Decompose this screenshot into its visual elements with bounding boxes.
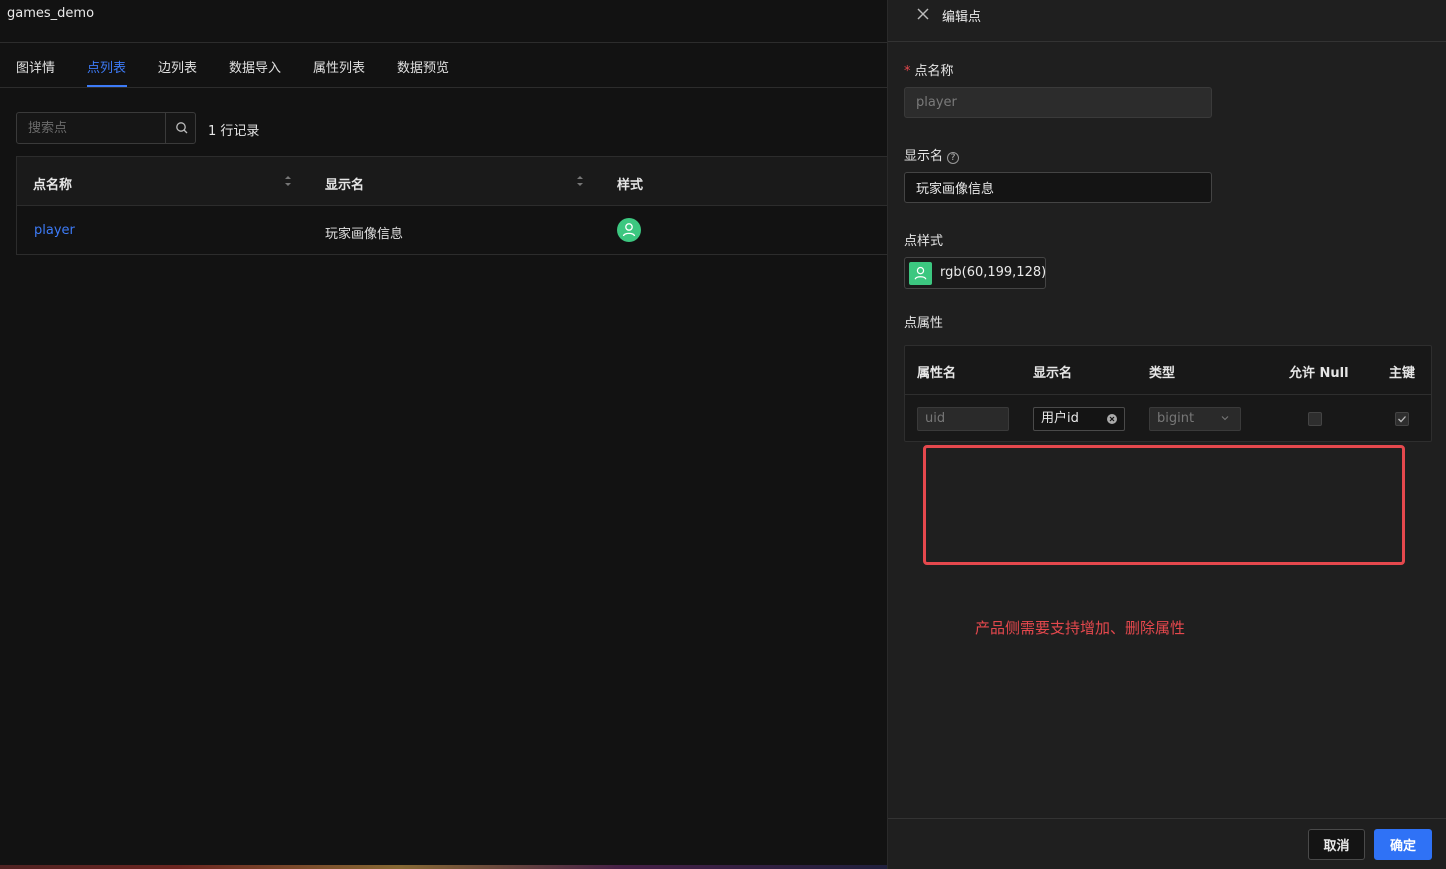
style-color-value: rgb(60,199,128) <box>940 265 1047 280</box>
sort-icon[interactable] <box>575 173 585 189</box>
vertex-table: 点名称 显示名 样式 player 玩家画像信息 <box>16 156 888 255</box>
search-icon <box>176 122 188 134</box>
taskbar-strip <box>0 865 887 869</box>
check-icon <box>1398 416 1406 423</box>
color-swatch <box>909 262 932 285</box>
help-icon[interactable]: ? <box>947 152 960 164</box>
annotation-note: 产品侧需要支持增加、删除属性 <box>975 619 1186 637</box>
edit-vertex-drawer: 编辑点 *点名称 显示名? 点样式 rgb(60,199,128) 点属性 属性… <box>887 0 1446 869</box>
cancel-button[interactable]: 取消 <box>1308 829 1365 860</box>
sort-icon[interactable] <box>283 173 293 189</box>
attr-display-name-value: 用户id <box>1041 411 1079 426</box>
vertex-name-link[interactable]: player <box>34 223 75 238</box>
tab-data-import[interactable]: 数据导入 <box>229 57 281 76</box>
attr-column-name: 属性名 <box>917 366 957 381</box>
attr-header-divider <box>905 394 1431 395</box>
allow-null-checkbox <box>1308 412 1322 426</box>
attr-type-select: bigint <box>1149 407 1241 431</box>
graph-app: games_demo 图详情 点列表 边列表 数据导入 属性列表 数据预览 1 … <box>0 0 888 869</box>
name-field-label: * 点名称 <box>904 64 954 79</box>
display-name-input[interactable] <box>904 172 1212 203</box>
attr-column-primary-key: 主键 <box>1389 366 1416 381</box>
column-header-style: 样式 <box>617 178 644 193</box>
vertex-display-name: 玩家画像信息 <box>325 227 404 242</box>
tab-data-preview[interactable]: 数据预览 <box>397 57 449 76</box>
required-mark: * <box>904 64 911 79</box>
attr-column-allow-null: 允许 Null <box>1289 366 1349 381</box>
tab-bar: 图详情 点列表 边列表 数据导入 属性列表 数据预览 <box>0 43 887 88</box>
vertex-search <box>16 112 196 144</box>
user-icon <box>914 266 927 280</box>
drawer-title: 编辑点 <box>942 10 982 25</box>
name-input <box>904 87 1212 118</box>
drawer-header: 编辑点 <box>888 0 1446 42</box>
drawer-footer: 取消 确定 <box>888 818 1446 869</box>
app-title: games_demo <box>7 6 95 21</box>
clear-icon[interactable] <box>1107 414 1117 424</box>
style-picker[interactable]: rgb(60,199,128) <box>904 257 1046 289</box>
active-tab-indicator <box>87 85 127 87</box>
column-header-display-name: 显示名 <box>325 178 365 193</box>
attribute-table: 属性名 显示名 类型 允许 Null 主键 uid 用户id bigint <box>904 345 1432 442</box>
style-field-label: 点样式 <box>904 234 944 249</box>
confirm-button[interactable]: 确定 <box>1374 829 1432 860</box>
tab-property-list[interactable]: 属性列表 <box>313 57 365 76</box>
attr-display-name-input[interactable]: 用户id <box>1033 407 1125 431</box>
attr-column-type: 类型 <box>1149 366 1176 381</box>
primary-key-checkbox <box>1395 412 1409 426</box>
table-header: 点名称 显示名 样式 <box>17 157 888 206</box>
record-count: 1 行记录 <box>208 124 260 139</box>
tab-graph-detail[interactable]: 图详情 <box>16 57 55 76</box>
tab-vertex-list[interactable]: 点列表 <box>87 57 126 76</box>
column-header-name: 点名称 <box>33 178 73 193</box>
display-name-field-label: 显示名? <box>904 145 960 164</box>
chevron-down-icon <box>1221 416 1229 421</box>
table-row: player 玩家画像信息 <box>17 206 888 255</box>
user-icon <box>622 223 636 237</box>
attr-name-input: uid <box>917 407 1009 431</box>
search-input[interactable] <box>17 113 165 143</box>
attributes-field-label: 点属性 <box>904 316 944 331</box>
close-icon[interactable] <box>915 6 931 22</box>
vertex-style-badge <box>617 218 641 242</box>
search-button[interactable] <box>165 113 196 143</box>
attr-type-value: bigint <box>1157 411 1195 426</box>
annotation-highlight-box <box>923 445 1405 565</box>
attr-column-display-name: 显示名 <box>1033 366 1073 381</box>
tab-edge-list[interactable]: 边列表 <box>158 57 197 76</box>
